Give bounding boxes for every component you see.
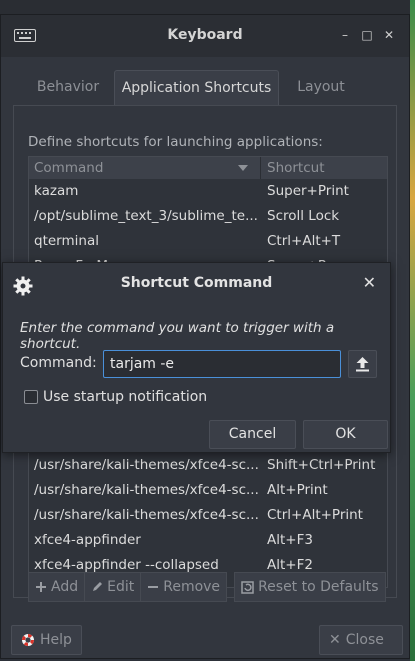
tab-behavior[interactable]: Behavior xyxy=(23,70,113,106)
desktop-background xyxy=(0,0,415,14)
remove-label: Remove xyxy=(163,579,221,595)
row-shortcut: Alt+Print xyxy=(267,482,328,498)
close-window-button[interactable]: ✕ xyxy=(382,28,396,42)
row-command: /opt/sublime_text_3/sublime_te... xyxy=(34,208,258,224)
column-header-command[interactable]: Command xyxy=(29,157,261,179)
edit-label: Edit xyxy=(107,579,135,595)
browse-button[interactable] xyxy=(348,350,377,378)
command-input[interactable] xyxy=(103,350,341,378)
reset-to-defaults-button[interactable]: Reset to Defaults xyxy=(234,572,386,602)
row-shortcut: Alt+F3 xyxy=(267,532,313,548)
desktop-wallpaper-edge xyxy=(410,0,415,661)
sort-descending-icon xyxy=(238,165,248,171)
row-shortcut: Ctrl+Alt+Print xyxy=(267,507,363,523)
row-command: /usr/share/kali-themes/xfce4-sc... xyxy=(34,457,259,473)
row-shortcut: Scroll Lock xyxy=(267,208,340,224)
edit-button-group: Add Edit Remove xyxy=(28,572,228,602)
row-shortcut: Ctrl+Alt+T xyxy=(267,233,341,249)
dialog-close-icon[interactable]: ✕ xyxy=(363,273,376,292)
row-shortcut: Shift+Ctrl+Print xyxy=(267,457,376,473)
table-row[interactable]: xfce4-appfinder Alt+F3 xyxy=(29,528,387,553)
row-command: /usr/share/kali-themes/xfce4-sc... xyxy=(34,482,259,498)
close-icon: ✕ xyxy=(329,632,341,648)
startup-notification-checkbox[interactable] xyxy=(24,390,38,404)
dialog-prompt: Enter the command you want to trigger wi… xyxy=(20,320,335,352)
cancel-button[interactable]: Cancel xyxy=(209,420,296,449)
help-label: Help xyxy=(40,632,72,648)
close-button[interactable]: ✕ Close xyxy=(319,625,403,655)
reset-icon xyxy=(241,580,254,594)
table-rows-lower: /usr/share/kali-themes/xfce4-sc... Shift… xyxy=(29,457,387,578)
table-row[interactable]: /opt/sublime_text_3/sublime_te... Scroll… xyxy=(29,204,387,229)
upload-icon xyxy=(356,357,369,372)
startup-notification-label[interactable]: Use startup notification xyxy=(43,389,207,405)
row-command: /usr/share/kali-themes/xfce4-sc... xyxy=(34,507,259,523)
row-command: qterminal xyxy=(34,233,99,249)
minus-icon xyxy=(148,586,159,588)
dialog-title: Shortcut Command xyxy=(120,275,273,291)
window-titlebar[interactable]: Keyboard – □ ✕ xyxy=(1,15,409,57)
help-button[interactable]: Help xyxy=(11,625,82,655)
shortcuts-description: Define shortcuts for launching applicati… xyxy=(28,134,323,150)
ok-button[interactable]: OK xyxy=(303,420,388,449)
table-header: Command Shortcut xyxy=(29,157,387,179)
command-label: Command: xyxy=(20,355,97,371)
shortcuts-toolbar: Add Edit Remove Reset to Defaults xyxy=(28,572,386,602)
tab-bar: Behavior Application Shortcuts Layout xyxy=(13,70,397,106)
remove-button[interactable]: Remove xyxy=(141,572,228,602)
table-row[interactable]: /usr/share/kali-themes/xfce4-sc... Alt+P… xyxy=(29,478,387,503)
minimize-button[interactable]: – xyxy=(338,28,352,42)
add-label: Add xyxy=(51,579,79,595)
shortcut-command-dialog: Shortcut Command ✕ Enter the command you… xyxy=(2,262,391,453)
table-row[interactable]: /usr/share/kali-themes/xfce4-sc... Shift… xyxy=(29,453,387,478)
edit-button[interactable]: Edit xyxy=(85,572,142,602)
column-header-shortcut[interactable]: Shortcut xyxy=(261,157,325,179)
table-row[interactable]: qterminal Ctrl+Alt+T xyxy=(29,229,387,254)
lifebuoy-icon xyxy=(22,634,34,646)
plus-icon xyxy=(36,582,46,592)
maximize-button[interactable]: □ xyxy=(360,28,374,42)
pencil-icon xyxy=(93,582,103,591)
tab-application-shortcuts[interactable]: Application Shortcuts xyxy=(114,70,279,106)
column-command-label: Command xyxy=(34,160,104,176)
add-button[interactable]: Add xyxy=(28,572,86,602)
tab-layout[interactable]: Layout xyxy=(283,70,359,106)
row-command: kazam xyxy=(34,183,79,199)
table-row[interactable]: /usr/share/kali-themes/xfce4-sc... Ctrl+… xyxy=(29,503,387,528)
reset-label: Reset to Defaults xyxy=(258,579,379,595)
close-label: Close xyxy=(345,632,384,648)
table-row[interactable]: kazam Super+Print xyxy=(29,179,387,204)
row-shortcut: Super+Print xyxy=(267,183,349,199)
row-command: xfce4-appfinder xyxy=(34,532,141,548)
